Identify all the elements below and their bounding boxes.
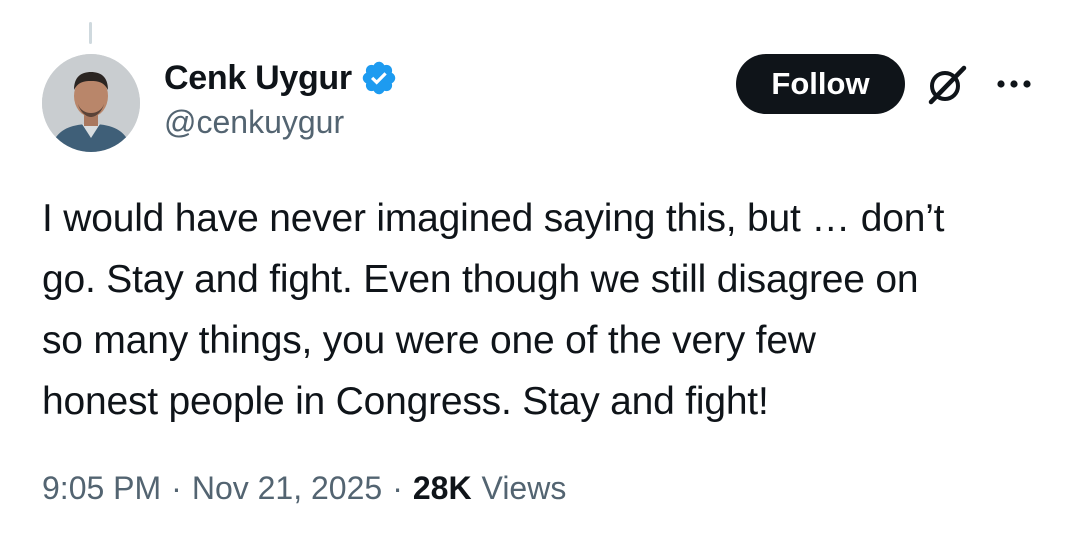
tweet-text-line: honest people in Congress. Stay and figh… — [42, 380, 769, 423]
meta-separator: · — [171, 470, 182, 506]
tweet-detail: Cenk Uygur @cenkuygur Follow I would hav… — [0, 0, 1080, 554]
avatar[interactable] — [42, 54, 140, 152]
name-row: Cenk Uygur — [164, 56, 398, 100]
tweet-date[interactable]: Nov 21, 2025 — [192, 470, 382, 507]
meta-separator: · — [392, 470, 403, 506]
tweet-time[interactable]: 9:05 PM — [42, 470, 161, 507]
verified-badge-icon[interactable] — [360, 59, 398, 97]
tweet-text-line: so many things, you were one of the very… — [42, 319, 816, 362]
avatar-photo — [42, 54, 140, 152]
tweet-text: I would have never imagined saying this,… — [42, 188, 1052, 432]
views-count: 28K — [412, 470, 472, 506]
tweet-text-line: I would have never imagined saying this,… — [42, 197, 945, 240]
more-options-icon[interactable] — [994, 74, 1034, 94]
follow-button[interactable]: Follow — [736, 54, 905, 114]
thread-connector-line — [89, 22, 92, 44]
author-info: Cenk Uygur @cenkuygur — [164, 56, 398, 141]
tweet-metadata: 9:05 PM · Nov 21, 2025 · 28K Views — [42, 470, 566, 507]
views-label: Views — [481, 470, 567, 506]
author-display-name[interactable]: Cenk Uygur — [164, 59, 352, 98]
tweet-text-line: go. Stay and fight. Even though we still… — [42, 258, 919, 301]
author-handle[interactable]: @cenkuygur — [164, 104, 398, 141]
grok-icon[interactable] — [924, 62, 970, 108]
